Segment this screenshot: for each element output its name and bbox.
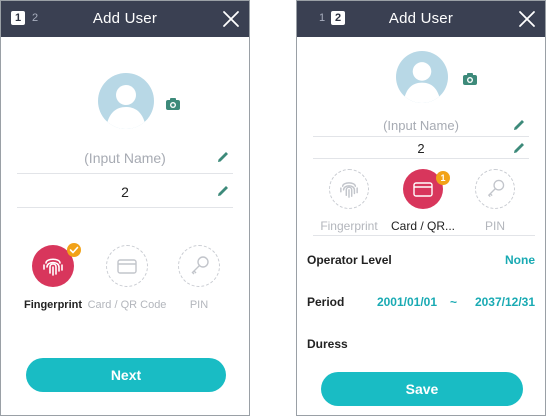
- avatar[interactable]: [98, 73, 154, 129]
- key-icon: [191, 256, 209, 275]
- avatar[interactable]: [396, 51, 448, 103]
- camera-icon[interactable]: [165, 97, 181, 111]
- period-separator: ~: [449, 295, 457, 309]
- period-start[interactable]: 2001/01/01: [377, 295, 437, 309]
- close-icon[interactable]: [518, 10, 536, 28]
- operator-level-row[interactable]: Operator Level None: [307, 249, 535, 271]
- period-label: Period: [307, 295, 345, 309]
- card-icon: [117, 259, 137, 274]
- card-count-badge: 1: [436, 171, 450, 185]
- user-id-value[interactable]: 2: [313, 141, 529, 156]
- card-button[interactable]: [106, 245, 148, 287]
- fingerprint-label: Fingerprint: [23, 299, 83, 311]
- close-icon[interactable]: [222, 10, 240, 28]
- key-icon: [487, 179, 505, 198]
- name-input[interactable]: (Input Name): [17, 150, 233, 166]
- user-id-field[interactable]: 2: [313, 137, 529, 159]
- operator-level-label: Operator Level: [307, 253, 392, 267]
- edit-name-pencil-icon[interactable]: [215, 149, 231, 165]
- user-silhouette-icon: [403, 62, 441, 103]
- user-id-field[interactable]: 2: [17, 174, 233, 208]
- edit-name-pencil-icon[interactable]: [511, 117, 527, 133]
- credential-fingerprint[interactable]: Fingerprint: [11, 243, 95, 315]
- name-input[interactable]: (Input Name): [313, 118, 529, 133]
- fingerprint-button[interactable]: [329, 169, 369, 209]
- fingerprint-icon: [340, 182, 358, 198]
- period-end[interactable]: 2037/12/31: [475, 295, 535, 309]
- fingerprint-check-badge: [67, 243, 81, 257]
- user-id-value[interactable]: 2: [17, 184, 233, 200]
- duress-row[interactable]: Duress: [307, 333, 535, 355]
- user-silhouette-icon: [106, 85, 146, 129]
- edit-id-pencil-icon[interactable]: [215, 183, 231, 199]
- header: 1 2 Add User: [1, 1, 249, 37]
- add-user-step1-panel: 1 2 Add User (Input Name) 2 Fingerprint …: [0, 0, 250, 416]
- check-icon: [69, 246, 79, 254]
- duress-label: Duress: [307, 337, 348, 351]
- divider: [313, 235, 535, 236]
- next-button[interactable]: Next: [26, 358, 226, 392]
- camera-icon[interactable]: [462, 72, 478, 86]
- save-button[interactable]: Save: [321, 372, 523, 406]
- add-user-step2-panel: 1 2 Add User (Input Name) 2 Fingerprint …: [296, 0, 546, 416]
- pin-button[interactable]: [475, 169, 515, 209]
- edit-id-pencil-icon[interactable]: [511, 140, 527, 156]
- page-title: Add User: [92, 10, 158, 27]
- operator-level-value[interactable]: None: [505, 253, 535, 267]
- pin-button[interactable]: [178, 245, 220, 287]
- credential-pin[interactable]: PIN: [453, 169, 537, 235]
- name-field[interactable]: (Input Name): [313, 113, 529, 137]
- pin-label: PIN: [484, 219, 505, 233]
- page-title: Add User: [388, 10, 454, 27]
- pin-label: PIN: [189, 299, 209, 311]
- header: 1 2 Add User: [297, 1, 545, 37]
- name-field[interactable]: (Input Name): [17, 140, 233, 174]
- period-row[interactable]: Period 2001/01/01 ~ 2037/12/31: [307, 291, 535, 313]
- credential-pin[interactable]: PIN: [157, 245, 241, 315]
